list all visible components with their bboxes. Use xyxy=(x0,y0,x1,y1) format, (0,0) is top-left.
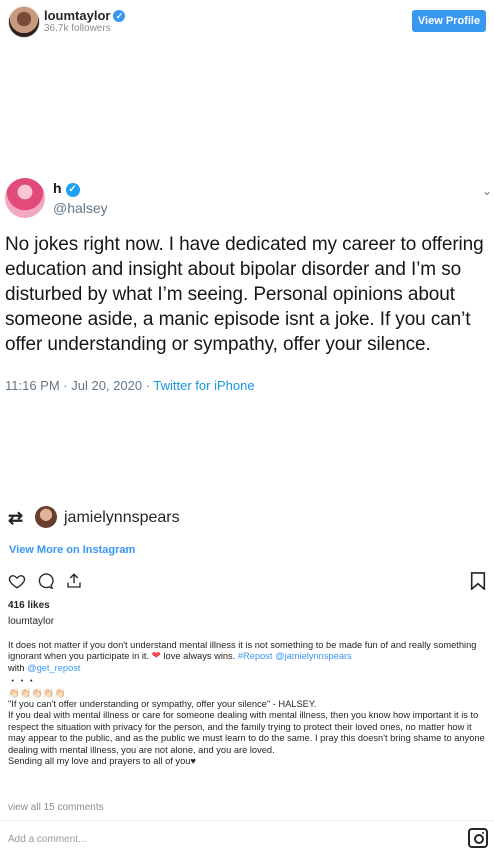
heart-icon[interactable] xyxy=(8,572,26,590)
avatar[interactable] xyxy=(8,6,40,38)
tweet-source: Twitter for iPhone xyxy=(153,378,255,393)
tweet-handle: @halsey xyxy=(53,200,108,216)
caption-with: with xyxy=(8,662,28,673)
instagram-icon[interactable] xyxy=(468,828,488,848)
caption-love-text: love always wins. xyxy=(160,651,238,662)
post-caption: It does not matter if you don't understa… xyxy=(8,640,488,767)
add-comment-input[interactable]: Add a comment... xyxy=(8,834,86,845)
caption-quote: "If you can't offer understanding or sym… xyxy=(8,699,317,710)
tweet-author-name: h ✓ xyxy=(53,180,80,197)
caption-intro: It does not matter if you don't understa… xyxy=(8,640,488,674)
repost-avatar xyxy=(35,506,57,528)
caption-dots: ・・・ xyxy=(8,676,36,687)
repost-username: jamielynnspears xyxy=(64,509,180,526)
caption-body: If you deal with mental illness or care … xyxy=(8,710,485,755)
bookmark-icon[interactable] xyxy=(470,572,486,595)
mention-link[interactable]: @get_repost xyxy=(27,663,80,673)
clap-emojis: 👏🏻👏🏻👏🏻👏🏻👏🏻 xyxy=(8,687,66,698)
view-all-comments-link[interactable]: view all 15 comments xyxy=(8,802,104,813)
post-owner[interactable]: loumtaylor xyxy=(8,616,54,627)
profile-username-text[interactable]: loumtaylor xyxy=(44,8,110,23)
tweet-meta: 11:16 PM · Jul 20, 2020 · Twitter for iP… xyxy=(5,378,255,393)
followers-count: 36.7k followers xyxy=(44,23,111,34)
view-profile-button[interactable]: View Profile xyxy=(412,10,486,32)
caption-sending: Sending all my love and prayers to all o… xyxy=(8,756,196,767)
tweet-avatar xyxy=(5,178,45,218)
verified-icon: ✓ xyxy=(113,10,126,22)
comment-icon[interactable] xyxy=(36,572,55,590)
chevron-down-icon: ⌄ xyxy=(482,184,493,198)
tweet-author-name-text: h xyxy=(53,180,62,196)
likes-count[interactable]: 416 likes xyxy=(8,600,50,611)
verified-icon: ✓ xyxy=(65,183,80,197)
divider xyxy=(0,820,494,821)
repost-icon: ⇄ xyxy=(8,508,24,528)
heart-emoji-icon: ❤ xyxy=(151,650,161,663)
mention-link[interactable]: @jamielynnspears xyxy=(275,651,352,661)
hashtag-link[interactable]: #Repost xyxy=(238,651,273,661)
profile-username[interactable]: loumtaylor ✓ xyxy=(44,8,126,23)
action-bar xyxy=(8,572,89,595)
tweet-text: No jokes right now. I have dedicated my … xyxy=(5,234,484,355)
view-more-link[interactable]: View More on Instagram xyxy=(9,544,135,556)
tweet-timestamp: 11:16 PM · Jul 20, 2020 · xyxy=(5,378,151,393)
share-icon[interactable] xyxy=(65,572,83,590)
